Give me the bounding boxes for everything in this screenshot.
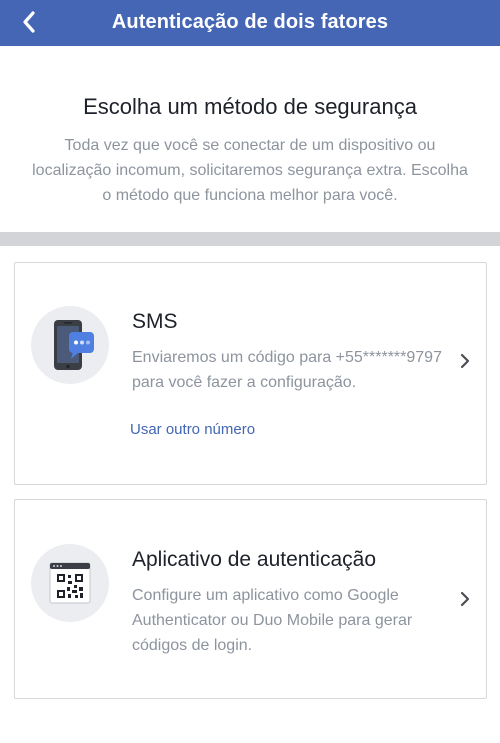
chevron-right-icon (460, 353, 470, 369)
page-title: Autenticação de dois fatores (111, 11, 389, 33)
qr-code-window-icon (49, 562, 91, 604)
section-divider (0, 232, 500, 246)
section-heading: Escolha um método de segurança (83, 94, 417, 119)
section-description: Toda vez que você se conectar de um disp… (32, 137, 468, 204)
sms-icon-badge (31, 306, 109, 384)
phone-message-icon (54, 320, 94, 370)
authenticator-icon-badge (31, 544, 109, 622)
option-description: Configure um aplicativo como Google Auth… (132, 587, 413, 654)
top-bar: Autenticação de dois fatores (0, 0, 500, 46)
chevron-right-icon (460, 591, 470, 607)
option-description: Enviaremos um código para +55*******9797… (132, 349, 442, 391)
sms-option-card[interactable]: SMS Enviaremos um código para +55*******… (14, 262, 487, 485)
option-title: Aplicativo de autenticação (132, 548, 376, 571)
authenticator-option-card[interactable]: Aplicativo de autenticação Configure um … (14, 499, 487, 699)
use-other-number-link[interactable]: Usar outro número (130, 421, 255, 438)
intro-section: Escolha um método de segurança Toda vez … (0, 46, 500, 232)
option-title: SMS (132, 310, 178, 333)
